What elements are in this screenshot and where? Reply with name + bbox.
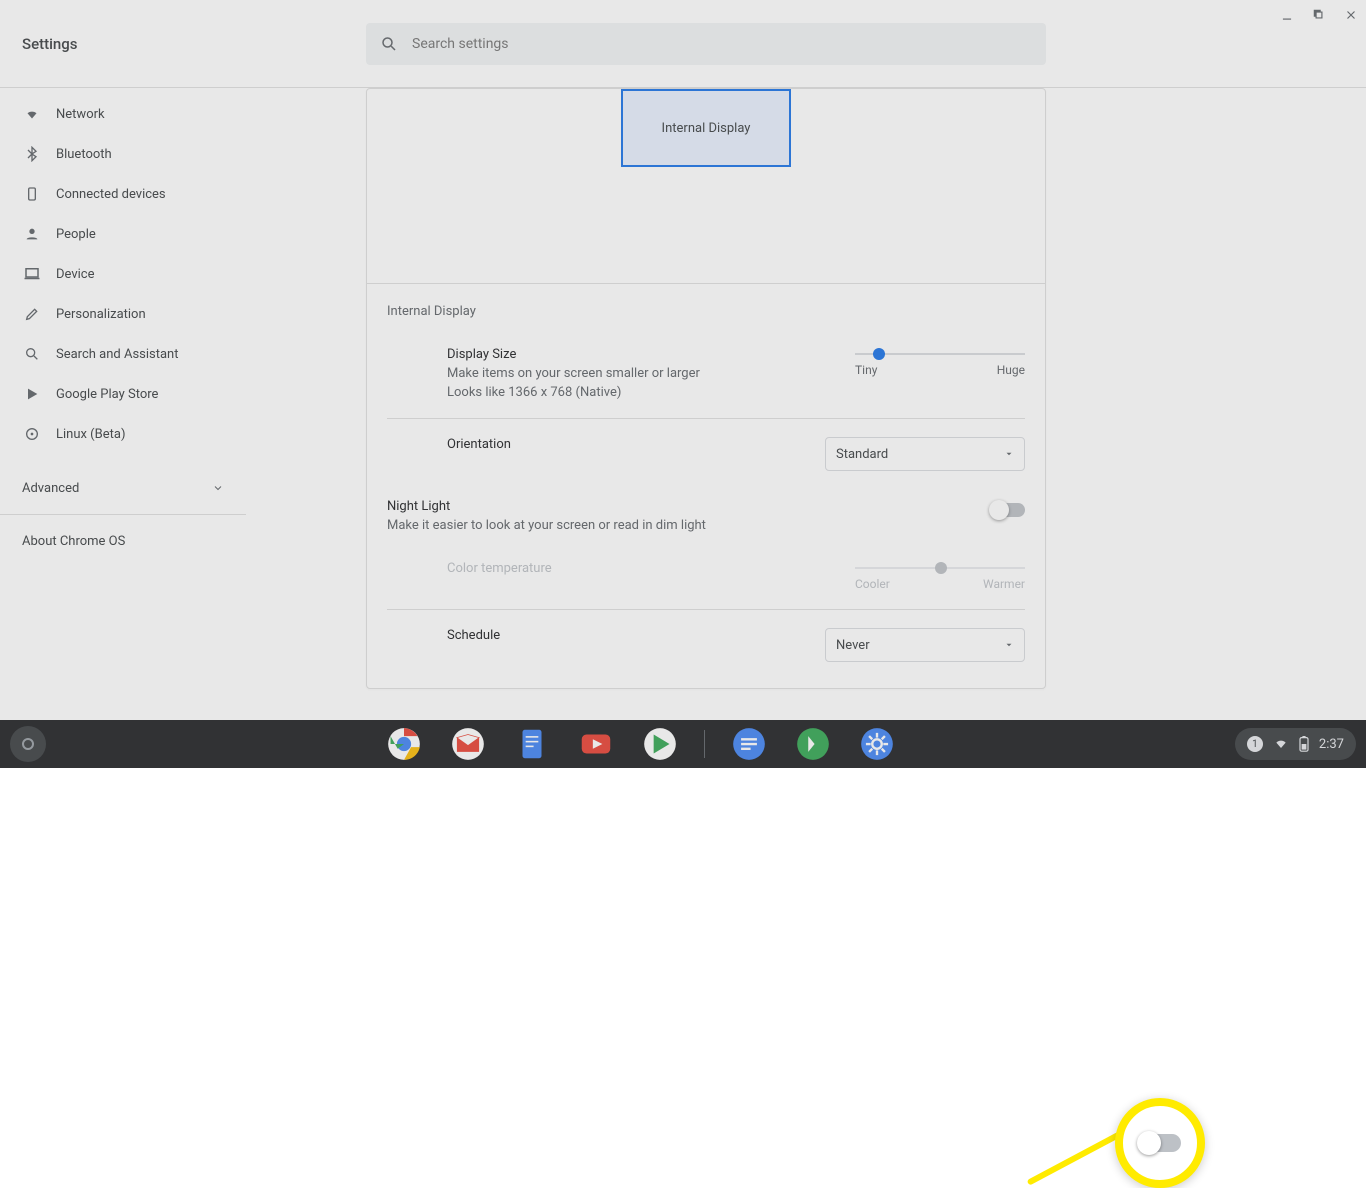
sidebar-item-play-store[interactable]: Google Play Store	[0, 374, 246, 414]
sidebar-divider	[0, 514, 246, 515]
app-messages[interactable]	[729, 724, 769, 764]
sidebar-item-label: Linux (Beta)	[56, 427, 125, 442]
orientation-value: Standard	[836, 447, 888, 462]
slider-min-label: Cooler	[855, 577, 890, 591]
sidebar-about-label: About Chrome OS	[22, 534, 125, 549]
app-docs[interactable]	[512, 724, 552, 764]
color-temp-title: Color temperature	[447, 561, 825, 576]
app-chrome[interactable]	[384, 724, 424, 764]
schedule-value: Never	[836, 638, 870, 653]
person-icon	[22, 224, 42, 244]
sidebar-item-label: Network	[56, 107, 105, 122]
chevron-down-icon	[212, 482, 224, 494]
display-preview-label: Internal Display	[662, 121, 751, 136]
display-preview-internal[interactable]: Internal Display	[621, 89, 791, 167]
dropdown-icon	[1004, 449, 1014, 459]
app-generic-green[interactable]	[793, 724, 833, 764]
display-arrangement-preview: Internal Display	[367, 89, 1045, 284]
display-size-slider[interactable]: Tiny Huge	[855, 347, 1025, 377]
search-icon	[380, 35, 398, 53]
sidebar-item-label: Connected devices	[56, 187, 166, 202]
sidebar-item-label: Personalization	[56, 307, 146, 322]
sidebar: Network Bluetooth Connected devices Peop…	[0, 88, 246, 720]
sidebar-item-personalization[interactable]: Personalization	[0, 294, 246, 334]
sidebar-item-label: Search and Assistant	[56, 347, 179, 362]
window-close-icon[interactable]	[1342, 6, 1360, 24]
annotation-line	[1027, 1130, 1125, 1186]
bluetooth-icon	[22, 144, 42, 164]
slider-max-label: Huge	[997, 363, 1025, 377]
annotation-circle	[1115, 1098, 1205, 1188]
wifi-tray-icon	[1273, 736, 1289, 752]
laptop-icon	[22, 264, 42, 284]
slider-thumb[interactable]	[873, 348, 885, 360]
sidebar-item-bluetooth[interactable]: Bluetooth	[0, 134, 246, 174]
wifi-icon	[22, 104, 42, 124]
schedule-select[interactable]: Never	[825, 628, 1025, 662]
slider-thumb	[935, 562, 947, 574]
color-temp-slider: Cooler Warmer	[855, 561, 1025, 591]
search-box[interactable]	[366, 23, 1046, 65]
display-size-sub2: Looks like 1366 x 768 (Native)	[447, 385, 825, 400]
sidebar-item-network[interactable]: Network	[0, 94, 246, 134]
sidebar-item-label: Google Play Store	[56, 387, 158, 402]
schedule-title: Schedule	[447, 628, 825, 643]
launcher-button[interactable]	[10, 726, 46, 762]
app-youtube[interactable]	[576, 724, 616, 764]
sidebar-item-search-assistant[interactable]: Search and Assistant	[0, 334, 246, 374]
play-icon	[22, 384, 42, 404]
annotation-toggle-icon	[1139, 1134, 1181, 1152]
phone-icon	[22, 184, 42, 204]
tray-time: 2:37	[1319, 737, 1344, 752]
night-light-title: Night Light	[387, 499, 706, 514]
slider-max-label: Warmer	[983, 577, 1025, 591]
sidebar-about[interactable]: About Chrome OS	[0, 521, 246, 561]
sidebar-item-connected-devices[interactable]: Connected devices	[0, 174, 246, 214]
shelf: 1 2:37	[0, 720, 1366, 768]
window-restore-icon[interactable]	[1310, 6, 1328, 24]
sidebar-advanced-label: Advanced	[22, 481, 79, 496]
sidebar-item-people[interactable]: People	[0, 214, 246, 254]
app-gmail[interactable]	[448, 724, 488, 764]
display-size-sub1: Make items on your screen smaller or lar…	[447, 366, 825, 381]
sidebar-item-device[interactable]: Device	[0, 254, 246, 294]
app-play-store[interactable]	[640, 724, 680, 764]
window-minimize-icon[interactable]	[1278, 6, 1296, 24]
pencil-icon	[22, 304, 42, 324]
linux-icon	[22, 424, 42, 444]
launcher-icon	[22, 738, 34, 750]
search-icon	[22, 344, 42, 364]
shelf-separator	[704, 730, 705, 758]
sidebar-advanced-toggle[interactable]: Advanced	[0, 468, 246, 508]
sidebar-item-label: People	[56, 227, 96, 242]
app-settings[interactable]	[857, 724, 897, 764]
sidebar-item-linux[interactable]: Linux (Beta)	[0, 414, 246, 454]
notification-count-badge: 1	[1247, 736, 1263, 752]
night-light-toggle[interactable]	[991, 503, 1025, 517]
sidebar-item-label: Device	[56, 267, 95, 282]
display-size-title: Display Size	[447, 347, 825, 362]
dropdown-icon	[1004, 640, 1014, 650]
sidebar-item-label: Bluetooth	[56, 147, 112, 162]
search-input[interactable]	[412, 36, 1032, 52]
section-title-internal-display: Internal Display	[387, 304, 1025, 319]
orientation-title: Orientation	[447, 437, 825, 452]
battery-tray-icon	[1299, 736, 1309, 752]
slider-min-label: Tiny	[855, 363, 877, 377]
display-settings-card: Internal Display Internal Display Displa…	[366, 88, 1046, 689]
system-tray[interactable]: 1 2:37	[1235, 728, 1356, 760]
orientation-select[interactable]: Standard	[825, 437, 1025, 471]
night-light-sub: Make it easier to look at your screen or…	[387, 518, 706, 533]
page-title: Settings	[22, 35, 366, 53]
